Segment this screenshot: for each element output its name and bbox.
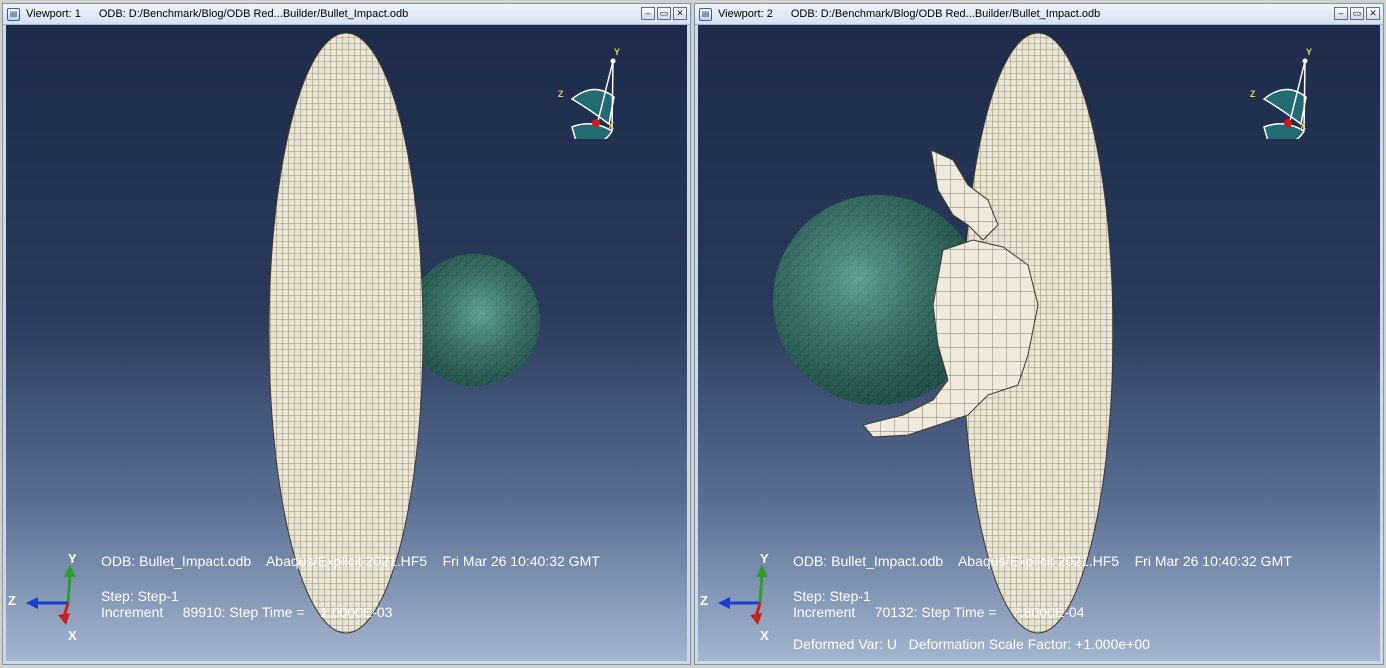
viewport-1-step: Step: Step-1 [101, 588, 179, 604]
view-orientation-cube: Y Z X [1246, 47, 1316, 145]
viewport-2-deformed-var: Deformed Var: U Deformation Scale Factor… [793, 636, 1150, 652]
minimize-icon[interactable]: – [1334, 7, 1348, 20]
close-icon[interactable]: ✕ [1366, 7, 1380, 20]
restore-icon[interactable]: ▭ [657, 7, 671, 20]
viewport-2-titlebar[interactable]: ▤ Viewport: 2 ODB: D:/Benchmark/Blog/ODB… [695, 4, 1383, 25]
axis-triad: Y Z X [700, 551, 780, 643]
viewport-2-odb-info: ODB: Bullet_Impact.odb Abaqus/Explicit 2… [793, 553, 1292, 569]
cube-y-label: Y [614, 47, 621, 57]
viewport-2[interactable]: ▤ Viewport: 2 ODB: D:/Benchmark/Blog/ODB… [694, 3, 1384, 665]
view-orientation-cube: Y Z X [554, 47, 624, 145]
cube-x-label: X [1300, 121, 1307, 131]
viewport-2-odb-path: ODB: D:/Benchmark/Blog/ODB Red...Builder… [790, 8, 1101, 20]
viewport-1-increment: Increment 89910: Step Time = 1.0000E-03 [101, 604, 393, 620]
cube-z-label: Z [558, 89, 564, 99]
restore-icon[interactable]: ▭ [1350, 7, 1364, 20]
cube-y-label: Y [1306, 47, 1313, 57]
viewport-2-increment: Increment 70132: Step Time = 7.8000E-04 [793, 604, 1085, 620]
window-menu-icon[interactable]: ▤ [699, 7, 712, 21]
triad-z-label: Z [700, 593, 708, 608]
minimize-icon[interactable]: – [641, 7, 655, 20]
viewport-1-titlebar[interactable]: ▤ Viewport: 1 ODB: D:/Benchmark/Blog/ODB… [3, 4, 690, 25]
viewport-2-canvas[interactable]: Y Z X Y Z X ODB: Bullet_Impact.odb Abaqu… [698, 25, 1380, 661]
viewport-1-odb-info: ODB: Bullet_Impact.odb Abaqus/Explicit 2… [101, 553, 600, 569]
cube-x-label: X [608, 121, 615, 131]
viewport-2-title: Viewport: 2 [718, 8, 773, 20]
target-plate [268, 32, 424, 634]
viewport-1-canvas[interactable]: Y Z X Y Z X ODB: Bullet_Impact.odb Abaqu… [6, 25, 687, 661]
viewport-1[interactable]: ▤ Viewport: 1 ODB: D:/Benchmark/Blog/ODB… [2, 3, 691, 665]
triad-x-label: X [68, 628, 77, 643]
close-icon[interactable]: ✕ [673, 7, 687, 20]
axis-triad: Y Z X [8, 551, 88, 643]
cube-z-label: Z [1250, 89, 1256, 99]
viewport-2-step: Step: Step-1 [793, 588, 871, 604]
viewport-1-odb-path: ODB: D:/Benchmark/Blog/ODB Red...Builder… [98, 8, 409, 20]
triad-y-label: Y [68, 551, 77, 566]
triad-y-label: Y [760, 551, 769, 566]
viewport-1-title: Viewport: 1 [26, 8, 81, 20]
window-menu-icon[interactable]: ▤ [7, 7, 20, 21]
triad-z-label: Z [8, 593, 16, 608]
triad-x-label: X [760, 628, 769, 643]
